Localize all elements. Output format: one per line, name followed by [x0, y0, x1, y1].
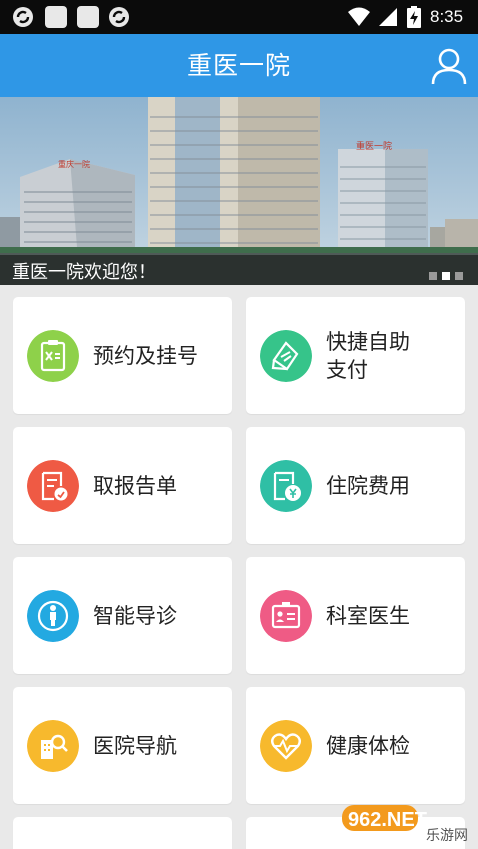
smart-guide-icon	[27, 590, 79, 642]
banner-carousel[interactable]: 重庆一院 重医一院 重医一院欢迎您！	[0, 97, 478, 285]
carousel-dot[interactable]	[429, 272, 437, 280]
user-icon[interactable]	[430, 46, 468, 86]
menu-item-label: 智能导诊	[93, 603, 177, 628]
menu-item-label: 科室医生	[326, 603, 410, 628]
menu-item-label: 快捷自助 支付	[326, 329, 410, 382]
menu-item-hospital-navigation[interactable]: 医院导航	[13, 687, 232, 804]
carousel-dot[interactable]	[455, 272, 463, 280]
appointment-icon	[27, 330, 79, 382]
watermark-bottom-text: 乐游网	[426, 828, 468, 844]
building-sign-right: 重医一院	[356, 140, 392, 152]
sync-icon	[13, 7, 33, 27]
menu-item-label: 健康体检	[326, 733, 410, 758]
menu-grid: 预约及挂号 快捷自助 支付 取报告单 住院费用 智能导诊 科室医生 医院导航 健…	[0, 285, 478, 849]
status-bar: 8:35	[0, 0, 478, 34]
menu-item-doctors[interactable]: 科室医生	[246, 557, 465, 674]
watermark-logo: 962.NET 乐游网	[342, 805, 468, 844]
menu-item-label: 医院导航	[93, 733, 177, 758]
banner-caption: 重医一院欢迎您！	[12, 262, 156, 283]
menu-item-health-check[interactable]: 健康体检	[246, 687, 465, 804]
hospital-fee-icon	[260, 460, 312, 512]
menu-item-label: 取报告单	[93, 473, 177, 498]
report-icon	[27, 460, 79, 512]
carousel-indicator	[424, 265, 463, 280]
menu-item-self-payment[interactable]: 快捷自助 支付	[246, 297, 465, 414]
sync-icon	[109, 7, 129, 27]
menu-item-appointment[interactable]: 预约及挂号	[13, 297, 232, 414]
square-icon	[77, 6, 99, 28]
battery-charging-icon	[407, 6, 421, 28]
carousel-dot-active[interactable]	[442, 272, 450, 280]
menu-item-label: 预约及挂号	[93, 343, 198, 368]
wifi-icon	[348, 7, 370, 26]
doctor-icon	[260, 590, 312, 642]
page-title: 重医一院	[186, 51, 291, 80]
app-header: 重医一院	[0, 34, 478, 97]
watermark-top-text: 962.NET	[348, 809, 427, 831]
hospital-navigation-icon	[27, 720, 79, 772]
square-icon	[45, 6, 67, 28]
menu-item-report[interactable]: 取报告单	[13, 427, 232, 544]
payment-icon	[260, 330, 312, 382]
menu-item-hospital-fee[interactable]: 住院费用	[246, 427, 465, 544]
signal-icon	[379, 8, 397, 26]
status-time: 8:35	[430, 7, 464, 26]
health-check-icon	[260, 720, 312, 772]
menu-item-label: 住院费用	[326, 473, 410, 498]
menu-item-partial[interactable]	[13, 817, 232, 849]
menu-item-smart-guide[interactable]: 智能导诊	[13, 557, 232, 674]
building-sign-left: 重庆一院	[58, 159, 90, 169]
